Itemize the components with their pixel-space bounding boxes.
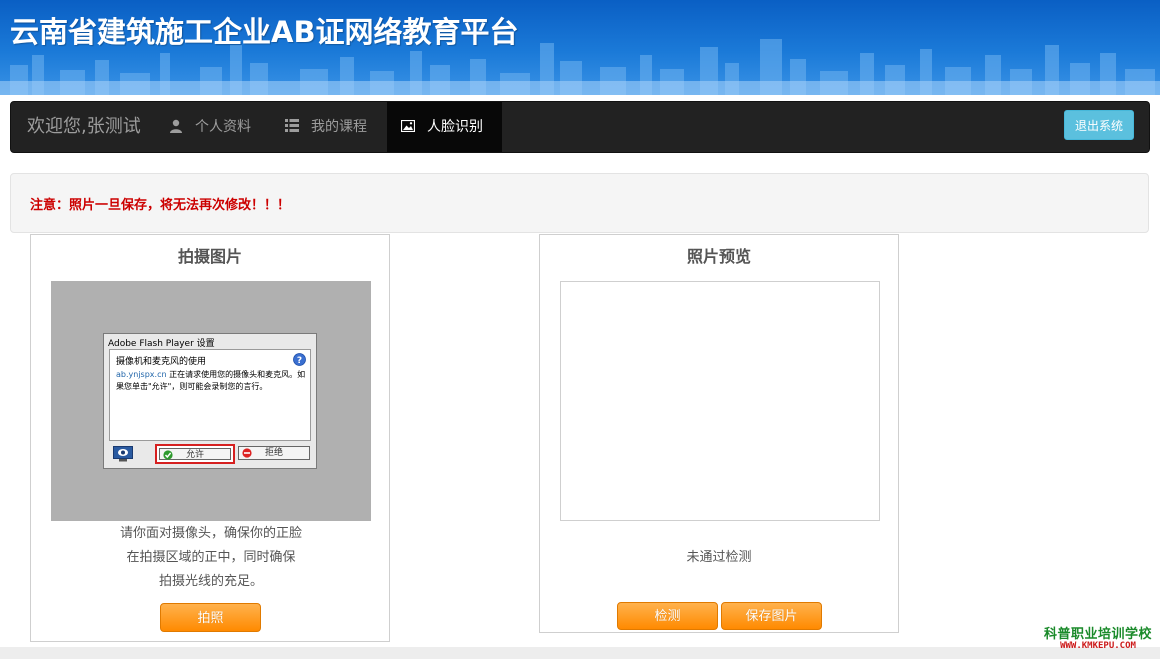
flash-allow-label: 允许	[185, 450, 204, 460]
monitor-icon[interactable]	[113, 446, 133, 462]
capture-panel: 拍摄图片 Adobe Flash Player 设置 摄像机和麦克风的使用 ? …	[30, 234, 390, 642]
notice-well: 注意：照片一旦保存，将无法再次修改！！！	[10, 173, 1149, 233]
site-banner: 云南省建筑施工企业AB证网络教育平台	[0, 0, 1160, 95]
checkmark-icon	[163, 450, 173, 460]
site-title: 云南省建筑施工企业AB证网络教育平台	[10, 15, 519, 49]
welcome-text: 欢迎您,张测试	[27, 116, 141, 137]
instruction-line-1: 请你面对摄像头，确保你的正脸	[119, 526, 302, 541]
help-icon[interactable]: ?	[293, 353, 306, 366]
list-icon	[285, 119, 299, 132]
deny-icon	[242, 448, 252, 458]
svg-text:?: ?	[297, 356, 302, 366]
preview-panel-title: 照片预览	[686, 247, 751, 266]
logout-button[interactable]: 退出系统	[1063, 110, 1134, 140]
detect-button[interactable]: 检测	[617, 602, 718, 630]
watermark-name: 科普职业培训学校	[1043, 627, 1152, 642]
nav-item-face-recognition[interactable]: 人脸识别	[387, 102, 502, 152]
camera-area[interactable]: Adobe Flash Player 设置 摄像机和麦克风的使用 ? ab.yn…	[51, 281, 371, 521]
save-photo-button[interactable]: 保存图片	[721, 602, 822, 630]
notice-text: 注意：照片一旦保存，将无法再次修改！！！	[30, 198, 291, 213]
nav-label-profile: 个人资料	[195, 119, 251, 135]
nav-label-face-recognition: 人脸识别	[427, 119, 483, 135]
detection-status: 未通过检测	[686, 550, 752, 565]
flash-dialog-content: 摄像机和麦克风的使用 ? ab.ynjspx.cn 正在请求使用您的摄像头和麦克…	[109, 349, 311, 441]
capture-panel-title: 拍摄图片	[177, 247, 242, 266]
nav-item-courses[interactable]: 我的课程	[285, 102, 367, 152]
capture-instructions: 请你面对摄像头，确保你的正脸 在拍摄区域的正中，同时确保 拍摄光线的充足。	[91, 522, 331, 594]
shoot-button[interactable]: 拍照	[160, 603, 261, 632]
nav-item-profile[interactable]: 个人资料	[169, 102, 251, 152]
instruction-line-2: 在拍摄区域的正中，同时确保	[126, 550, 296, 565]
photo-preview-area	[560, 281, 880, 521]
picture-icon	[400, 119, 416, 132]
flash-settings-dialog: Adobe Flash Player 设置 摄像机和麦克风的使用 ? ab.yn…	[103, 333, 317, 469]
flash-dialog-title: Adobe Flash Player 设置	[108, 339, 215, 349]
nav-label-courses: 我的课程	[311, 119, 367, 135]
flash-dialog-heading: 摄像机和麦克风的使用	[116, 357, 207, 367]
flash-allow-highlight: 允许	[155, 444, 235, 464]
instruction-line-3: 拍摄光线的充足。	[158, 574, 263, 589]
flash-dialog-message: ab.ynjspx.cn 正在请求使用您的摄像头和麦克风。如果您单击"允许"，则…	[116, 369, 306, 393]
footer-strip	[0, 647, 1160, 659]
flash-domain: ab.ynjspx.cn	[116, 370, 167, 379]
flash-allow-button[interactable]: 允许	[159, 448, 231, 460]
top-navbar: 欢迎您,张测试 个人资料 我的课程 人脸识别 退出系统	[10, 101, 1150, 153]
flash-deny-button[interactable]: 拒绝	[238, 446, 310, 460]
preview-panel: 照片预览 未通过检测 检测 保存图片	[539, 234, 899, 633]
flash-deny-label: 拒绝	[264, 448, 283, 458]
user-icon	[170, 119, 182, 133]
watermark-url: WWW.KMKEPU.COM	[1060, 641, 1136, 651]
watermark: 科普职业培训学校 WWW.KMKEPU.COM	[1044, 623, 1152, 651]
